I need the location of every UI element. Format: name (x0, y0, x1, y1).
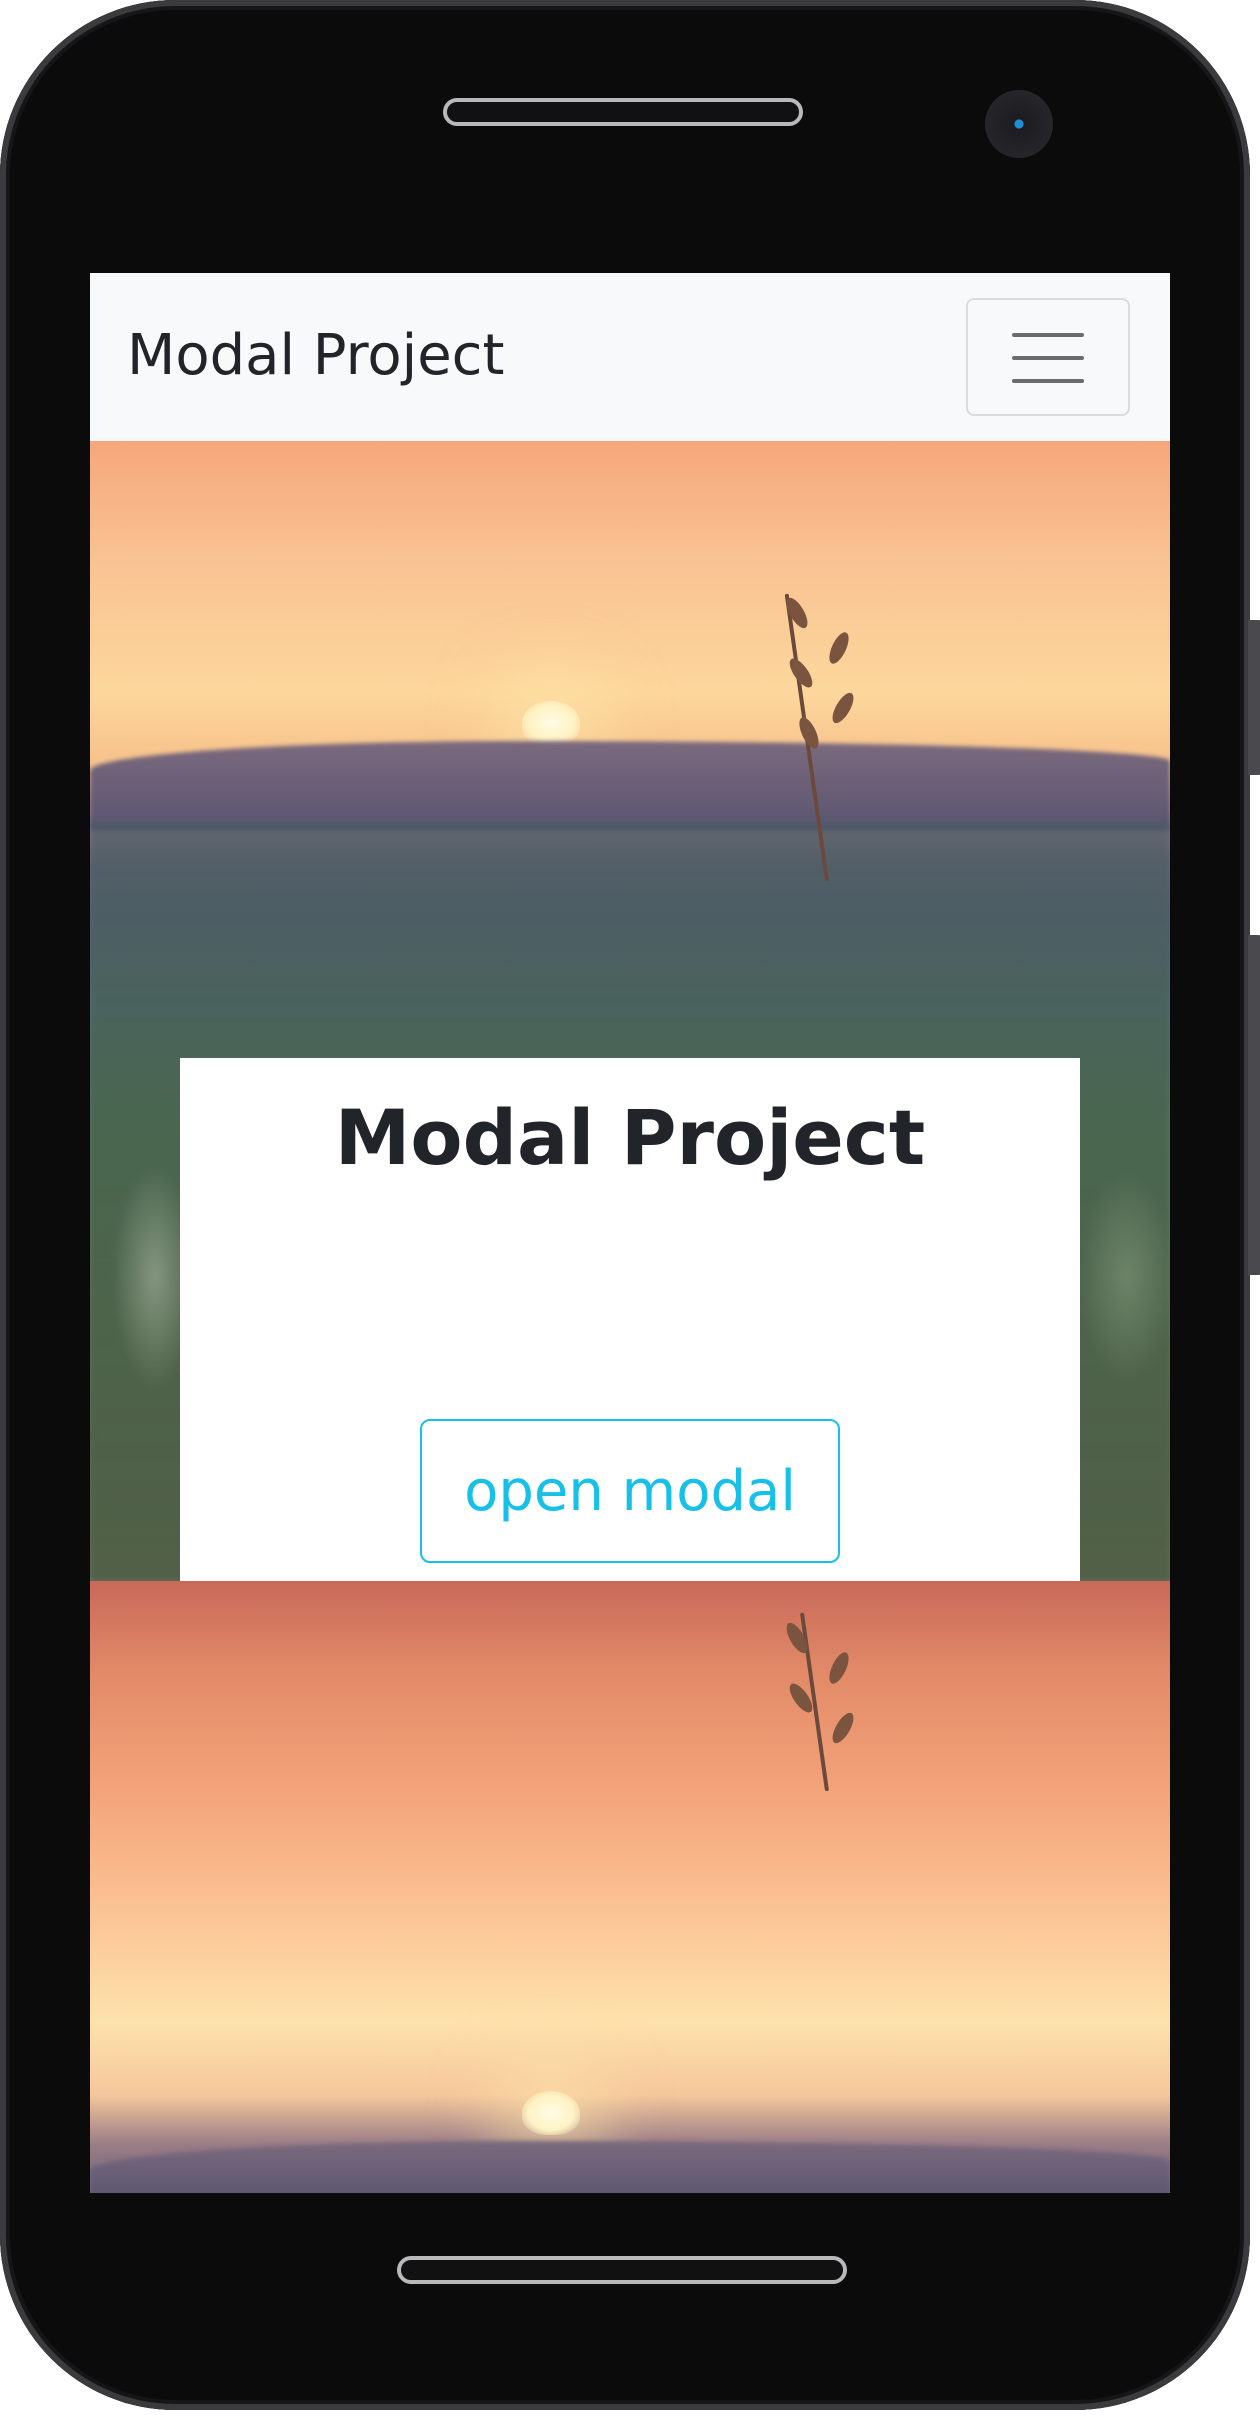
front-camera (985, 90, 1053, 158)
volume-button (1248, 620, 1260, 775)
screen: Modal Project Modal Project open modal (90, 273, 1170, 2193)
sun-glow (522, 2091, 580, 2135)
hero-card: Modal Project open modal (180, 1058, 1080, 1581)
hero-section: Modal Project open modal (90, 441, 1170, 1581)
hamburger-menu-icon (1012, 331, 1084, 385)
second-section (90, 1581, 1170, 2193)
navbar: Modal Project (90, 273, 1170, 441)
background-image (90, 1581, 1170, 2193)
power-button (1248, 935, 1260, 1275)
sun-glow (522, 701, 580, 745)
bottom-speaker (397, 2256, 847, 2284)
open-modal-button[interactable]: open modal (420, 1419, 840, 1563)
phone-frame: Modal Project Modal Project open modal (0, 0, 1260, 2410)
hero-title: Modal Project (334, 1093, 926, 1182)
earpiece-speaker (443, 98, 803, 126)
hills (90, 741, 1170, 831)
navbar-brand[interactable]: Modal Project (127, 323, 504, 388)
navbar-toggler-button[interactable] (966, 298, 1130, 416)
hills (90, 2141, 1170, 2193)
